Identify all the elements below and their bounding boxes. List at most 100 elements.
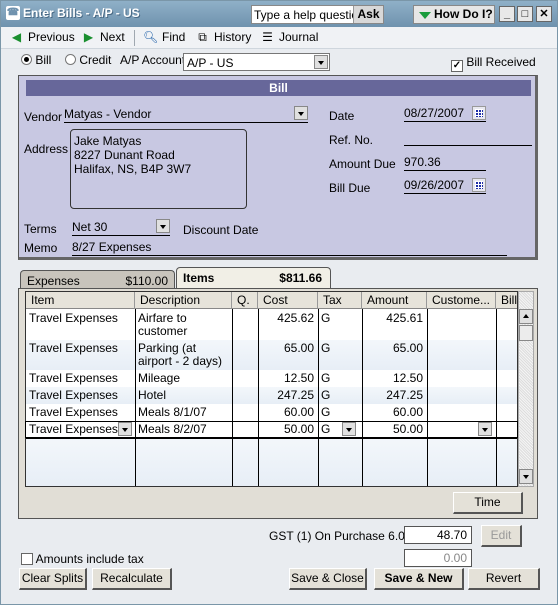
how-do-i-button[interactable]: How Do I?: [413, 5, 495, 24]
tab-items[interactable]: Items $811.66: [176, 267, 331, 289]
maximize-button[interactable]: □: [517, 6, 533, 22]
find-button[interactable]: 🔍︎ Find: [143, 30, 185, 44]
cell-cost[interactable]: 65.00: [258, 342, 314, 355]
calendar-icon[interactable]: [472, 106, 486, 120]
vendor-label: Vendor: [24, 110, 63, 124]
journal-button[interactable]: ☰ Journal: [260, 30, 318, 44]
cell-item[interactable]: Travel Expenses: [29, 406, 118, 419]
cell-item[interactable]: Travel Expenses: [29, 372, 118, 385]
cell-description-line2[interactable]: airport - 2 days): [138, 355, 222, 368]
col-header-customer[interactable]: Custome...: [427, 292, 496, 309]
col-header-item[interactable]: Item: [26, 292, 135, 309]
scroll-down-button[interactable]: [519, 469, 533, 484]
amount-due-field[interactable]: 970.36: [404, 155, 486, 171]
vendor-select[interactable]: Matyas - Vendor: [64, 106, 308, 123]
col-header-cost[interactable]: Cost: [258, 292, 318, 309]
col-header-billable[interactable]: Billa...: [496, 292, 517, 309]
cell-cost[interactable]: 60.00: [258, 406, 314, 419]
bill-radio-button[interactable]: [21, 54, 32, 65]
ref-no-field[interactable]: [404, 130, 532, 146]
col-header-amount[interactable]: Amount: [362, 292, 427, 309]
save-new-button[interactable]: Save & New: [374, 568, 464, 590]
credit-radio[interactable]: Credit: [65, 53, 111, 67]
col-header-description[interactable]: Description: [135, 292, 232, 309]
cell-cost[interactable]: 247.25: [258, 389, 314, 402]
close-button[interactable]: ✕: [536, 6, 552, 22]
cell-amount[interactable]: 12.50: [362, 372, 423, 385]
time-button[interactable]: Time: [453, 492, 523, 514]
cell-tax[interactable]: G: [321, 312, 330, 325]
cell-item[interactable]: Travel Expenses: [29, 389, 118, 402]
terms-select[interactable]: Net 30: [72, 219, 170, 236]
cell-description[interactable]: Hotel: [138, 389, 166, 402]
recalculate-button[interactable]: Recalculate: [92, 568, 172, 590]
next-button[interactable]: ▶ Next: [81, 30, 125, 44]
save-close-button[interactable]: Save & Close: [289, 568, 367, 590]
cell-amount[interactable]: 60.00: [362, 406, 423, 419]
scroll-up-button[interactable]: [519, 309, 533, 324]
chevron-down-icon[interactable]: [314, 55, 328, 69]
journal-label: Journal: [279, 30, 319, 44]
cell-cost[interactable]: 12.50: [258, 372, 314, 385]
bill-received-checkbox[interactable]: ✓ Bill Received: [451, 55, 536, 72]
cell-description-line2[interactable]: customer: [138, 325, 187, 338]
cell-tax[interactable]: G: [321, 342, 330, 355]
address-box[interactable]: Jake Matyas 8227 Dunant Road Halifax, NS…: [70, 129, 247, 209]
cell-tax[interactable]: G: [321, 389, 330, 402]
cell-cost[interactable]: 425.62: [258, 312, 314, 325]
discount-date-label: Discount Date: [183, 223, 259, 237]
tab-expenses-label: Expenses: [27, 274, 80, 288]
second-tax-field[interactable]: 0.00: [404, 549, 472, 567]
grid-column-line: [427, 309, 428, 486]
minimize-button[interactable]: _: [499, 6, 515, 22]
col-header-tax[interactable]: Tax: [318, 292, 362, 309]
checkmark-icon[interactable]: ✓: [451, 60, 463, 72]
history-button[interactable]: ⧉ History: [195, 30, 251, 44]
cell-amount[interactable]: 65.00: [362, 342, 423, 355]
customer-dropdown-chevron-down-icon[interactable]: [478, 422, 492, 436]
tab-items-label: Items: [183, 271, 215, 285]
vertical-scrollbar[interactable]: [518, 291, 534, 487]
tab-expenses[interactable]: Expenses $110.00: [20, 270, 175, 290]
ask-button[interactable]: Ask: [353, 6, 383, 23]
history-label: History: [214, 30, 252, 44]
cell-item[interactable]: Travel Expenses: [29, 342, 118, 355]
cell-tax[interactable]: G: [321, 406, 330, 419]
memo-field[interactable]: 8/27 Expenses: [72, 240, 507, 256]
enter-bills-window: ☎ Enter Bills - A/P - US Type a help que…: [0, 0, 558, 605]
gst-amount-field[interactable]: 48.70: [404, 526, 472, 544]
toolbar-separator: [134, 30, 135, 46]
address-line-1: Jake Matyas: [74, 134, 142, 148]
help-question-input[interactable]: Type a help question Ask: [251, 5, 384, 24]
edit-tax-button[interactable]: Edit: [481, 525, 522, 547]
date-field[interactable]: 08/27/2007: [404, 106, 486, 122]
calendar-icon[interactable]: [472, 178, 486, 192]
clear-splits-button[interactable]: Clear Splits: [19, 568, 87, 590]
amounts-include-tax-label: Amounts include tax: [35, 552, 144, 566]
cell-item[interactable]: Travel Expenses: [29, 312, 118, 325]
item-dropdown-chevron-down-icon[interactable]: [118, 422, 132, 436]
cell-tax[interactable]: G: [321, 372, 330, 385]
amounts-include-tax-checkbox[interactable]: Amounts include tax: [21, 552, 144, 566]
bill-due-label: Bill Due: [329, 181, 371, 195]
checkbox-box[interactable]: [21, 553, 33, 565]
grid-column-line: [318, 309, 319, 486]
cell-description[interactable]: Meals 8/1/07: [138, 406, 207, 419]
cell-description[interactable]: Mileage: [138, 372, 180, 385]
bill-due-field[interactable]: 09/26/2007: [404, 178, 486, 194]
chevron-down-icon[interactable]: [156, 219, 170, 233]
cell-amount[interactable]: 425.61: [362, 312, 423, 325]
col-header-qty[interactable]: Q.: [232, 292, 258, 309]
ap-account-select[interactable]: A/P - US: [183, 53, 330, 71]
next-label: Next: [100, 30, 125, 44]
bill-radio[interactable]: Bill: [21, 53, 51, 67]
previous-button[interactable]: ◀ Previous: [9, 30, 75, 44]
credit-radio-button[interactable]: [65, 54, 76, 65]
tax-dropdown-chevron-down-icon[interactable]: [342, 422, 356, 436]
revert-button[interactable]: Revert: [468, 568, 540, 590]
chevron-down-icon[interactable]: [294, 106, 308, 120]
scroll-thumb[interactable]: [519, 325, 533, 341]
cell-amount[interactable]: 247.25: [362, 389, 423, 402]
how-do-i-label: How Do I?: [434, 7, 493, 21]
bill-received-label: Bill Received: [466, 55, 536, 69]
